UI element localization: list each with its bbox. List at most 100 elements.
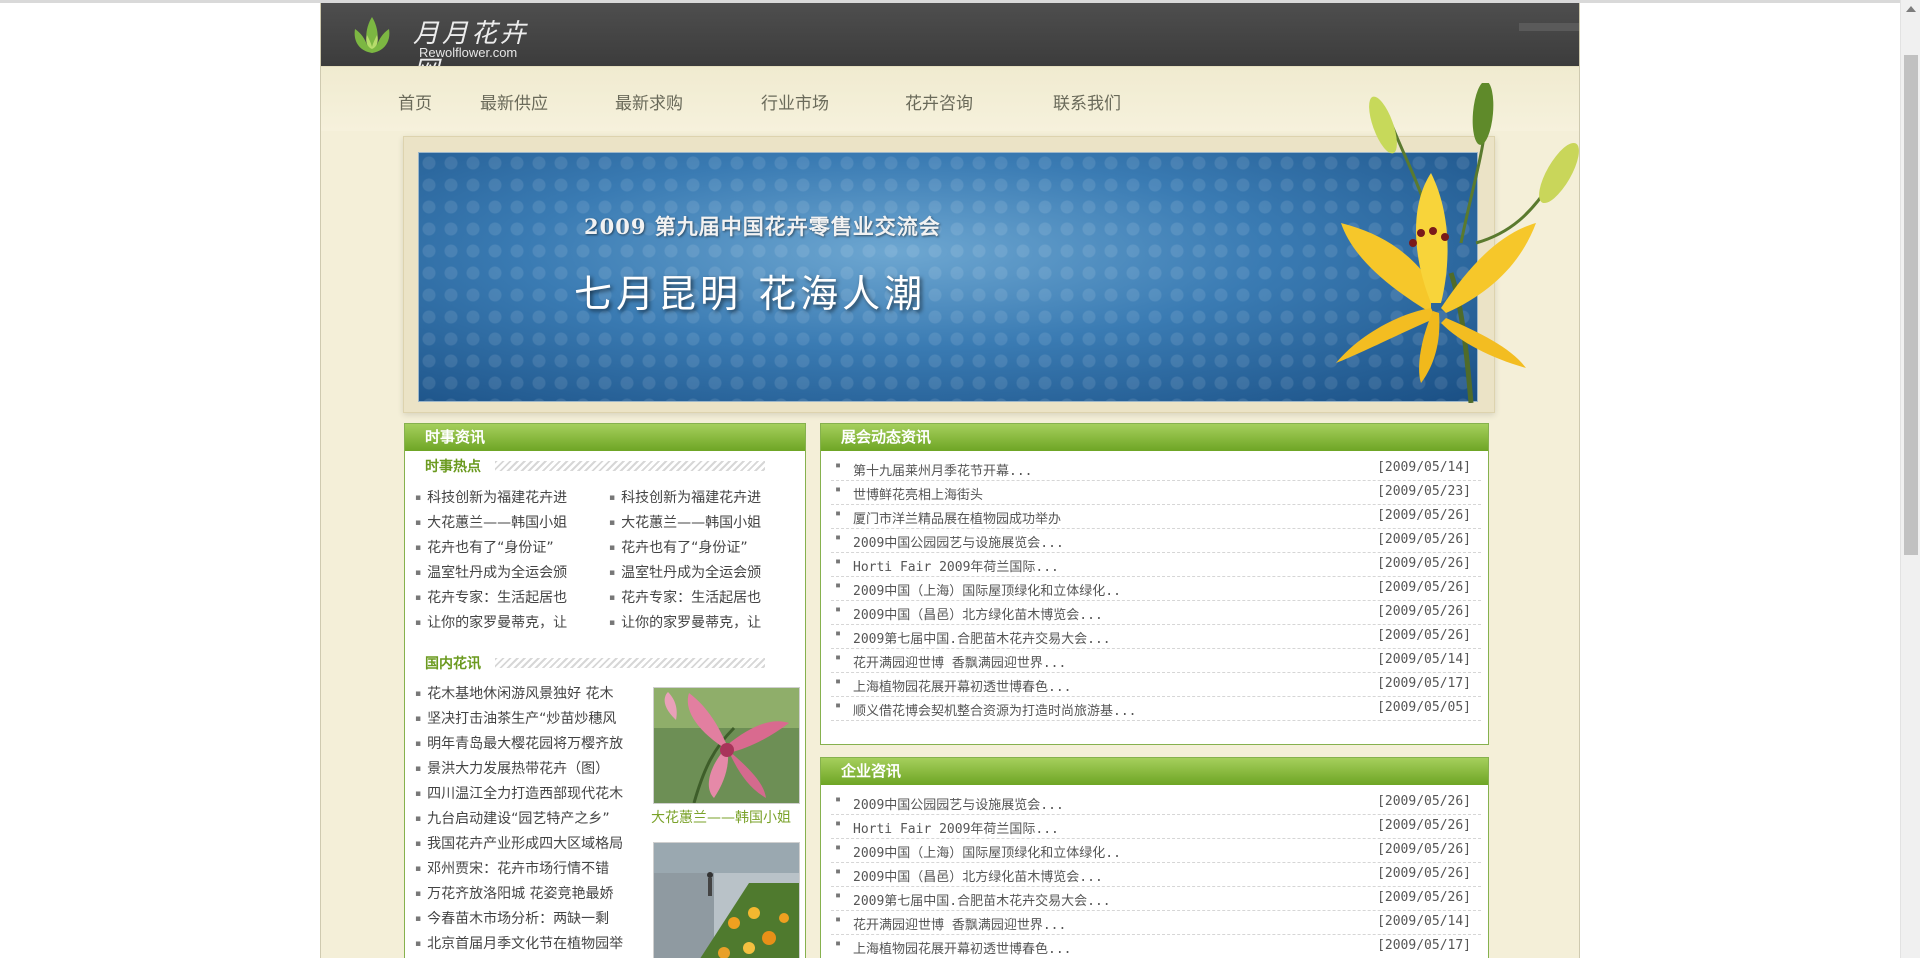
- corp-news-date: [2009/05/26]: [1377, 842, 1471, 857]
- corp-news-link[interactable]: 花开满园迎世博 香飘满园迎世界...: [853, 914, 1066, 933]
- lily-flower-image: [1336, 83, 1579, 403]
- domestic-news-link[interactable]: 花木基地休闲游风景独好 花木: [415, 683, 647, 703]
- hot-news-link[interactable]: 花卉专家：生活起居也: [415, 587, 600, 607]
- expo-news-link[interactable]: 花开满园迎世博 香飘满园迎世界...: [853, 652, 1066, 671]
- corp-news-row[interactable]: ▪ 2009中国公园园艺与设施展览会... [2009/05/26]: [831, 792, 1481, 815]
- hot-news-link[interactable]: 让你的家罗曼蒂克，让: [609, 612, 799, 632]
- expo-news-link[interactable]: 上海植物园花展开幕初透世博春色...: [853, 676, 1071, 695]
- site-logo[interactable]: 月月花卉网 Rewolflower.com: [351, 11, 551, 86]
- event-banner[interactable]: 2009 第九届中国花卉零售业交流会 七月昆明 花海人潮: [418, 152, 1478, 402]
- orchid-image: [654, 688, 799, 803]
- corp-news-link[interactable]: 2009中国（上海）国际屋顶绿化和立体绿化..: [853, 842, 1121, 861]
- corp-news-date: [2009/05/26]: [1377, 818, 1471, 833]
- nav-item-contact[interactable]: 联系我们: [1053, 89, 1121, 114]
- expo-news-link[interactable]: 2009第七届中国.合肥苗木花卉交易大会...: [853, 628, 1111, 647]
- expo-news-row[interactable]: ▪ 第十九届莱州月季花节开幕... [2009/05/14]: [831, 458, 1481, 481]
- domestic-news-link[interactable]: 九台启动建设“园艺特产之乡”: [415, 808, 647, 828]
- orchid-photo[interactable]: [653, 687, 800, 804]
- corp-news-row[interactable]: ▪ 花开满园迎世博 香飘满园迎世界... [2009/05/14]: [831, 912, 1481, 935]
- hot-news-link[interactable]: 温室牡丹成为全运会颁: [415, 562, 600, 582]
- corp-news-link[interactable]: 2009中国（昌邑）北方绿化苗木博览会...: [853, 866, 1103, 885]
- corp-news-row[interactable]: ▪ 上海植物园花展开幕初透世博春色... [2009/05/17]: [831, 936, 1481, 958]
- domestic-news-link[interactable]: 今春苗木市场分析：两缺一剩: [415, 908, 647, 928]
- corp-news-date: [2009/05/26]: [1377, 794, 1471, 809]
- hot-news-header: 时事热点: [425, 456, 765, 476]
- nav-item-supply[interactable]: 最新供应: [480, 89, 548, 114]
- expo-news-row[interactable]: ▪ 2009中国（上海）国际屋顶绿化和立体绿化.. [2009/05/26]: [831, 578, 1481, 601]
- expo-news-link[interactable]: 顺义借花博会契机整合资源为打造时尚旅游基...: [853, 700, 1136, 719]
- expo-news-row[interactable]: ▪ 2009中国公园园艺与设施展览会... [2009/05/26]: [831, 530, 1481, 553]
- hot-news-link[interactable]: 让你的家罗曼蒂克，让: [415, 612, 600, 632]
- corp-news-row[interactable]: ▪ 2009中国（昌邑）北方绿化苗木博览会... [2009/05/26]: [831, 864, 1481, 887]
- orchid-photo-caption[interactable]: 大花蕙兰——韩国小姐: [651, 807, 791, 827]
- corp-news-link[interactable]: Horti Fair 2009年荷兰国际...: [853, 818, 1059, 837]
- expo-news-date: [2009/05/26]: [1377, 604, 1471, 619]
- expo-news-row[interactable]: ▪ 上海植物园花展开幕初透世博春色... [2009/05/17]: [831, 674, 1481, 697]
- corp-news-link[interactable]: 2009中国公园园艺与设施展览会...: [853, 794, 1064, 813]
- logo-english-text: Rewolflower.com: [419, 45, 518, 60]
- domestic-news-link[interactable]: 景洪大力发展热带花卉（图）: [415, 758, 647, 778]
- hot-news-link[interactable]: 科技创新为福建花卉进: [609, 487, 799, 507]
- expo-news-row[interactable]: ▪ 2009中国（昌邑）北方绿化苗木博览会... [2009/05/26]: [831, 602, 1481, 625]
- hot-news-link[interactable]: 花卉也有了“身份证”: [609, 537, 799, 557]
- site-header: 月月花卉网 Rewolflower.com: [321, 3, 1579, 86]
- expo-news-link[interactable]: 厦门市洋兰精品展在植物园成功举办: [853, 508, 1061, 527]
- expo-news-row[interactable]: ▪ 2009第七届中国.合肥苗木花卉交易大会... [2009/05/26]: [831, 626, 1481, 649]
- expo-news-date: [2009/05/26]: [1377, 628, 1471, 643]
- domestic-news-link[interactable]: 四川温江全力打造西部现代花木: [415, 783, 647, 803]
- expo-news-date: [2009/05/26]: [1377, 556, 1471, 571]
- domestic-news-link[interactable]: 明年青岛最大樱花园将万樱齐放: [415, 733, 647, 753]
- hot-news-link[interactable]: 大花蕙兰——韩国小姐: [609, 512, 799, 532]
- expo-news-date: [2009/05/14]: [1377, 652, 1471, 667]
- scroll-up-arrow-icon[interactable]: [1906, 6, 1916, 12]
- expo-news-link[interactable]: 世博鲜花亮相上海街头: [853, 484, 983, 503]
- expo-news-date: [2009/05/26]: [1377, 508, 1471, 523]
- domestic-news-link[interactable]: 坚决打击油茶生产“炒苗炒穗风: [415, 708, 647, 728]
- expo-news-date: [2009/05/26]: [1377, 580, 1471, 595]
- expo-news-row[interactable]: ▪ 顺义借花博会契机整合资源为打造时尚旅游基... [2009/05/05]: [831, 698, 1481, 721]
- expo-news-link[interactable]: 2009中国（上海）国际屋顶绿化和立体绿化..: [853, 580, 1121, 599]
- hot-news-link[interactable]: 温室牡丹成为全运会颁: [609, 562, 799, 582]
- domestic-news-link[interactable]: 我国花卉产业形成四大区域格局: [415, 833, 647, 853]
- expo-news-link[interactable]: 第十九届莱州月季花节开幕...: [853, 460, 1032, 479]
- corp-news-row[interactable]: ▪ 2009中国（上海）国际屋顶绿化和立体绿化.. [2009/05/26]: [831, 840, 1481, 863]
- nav-item-market[interactable]: 行业市场: [761, 89, 829, 114]
- nav-item-consult[interactable]: 花卉咨询: [905, 89, 973, 114]
- nav-item-home[interactable]: 首页: [398, 89, 432, 114]
- corp-news-title: 企业咨讯: [821, 758, 1488, 785]
- banner-title: 七月昆明 花海人潮: [574, 272, 927, 316]
- domestic-news-link[interactable]: 北京首届月季文化节在植物园举: [415, 933, 647, 953]
- corp-news-row[interactable]: ▪ 2009第七届中国.合肥苗木花卉交易大会... [2009/05/26]: [831, 888, 1481, 911]
- corp-news-box: 企业咨讯 ▪ 2009中国公园园艺与设施展览会... [2009/05/26] ▪ H…: [820, 757, 1489, 958]
- news-box-title: 时事资讯: [405, 424, 805, 451]
- expo-news-row[interactable]: ▪ 世博鲜花亮相上海街头 [2009/05/23]: [831, 482, 1481, 505]
- hot-news-link[interactable]: 花卉也有了“身份证”: [415, 537, 600, 557]
- scrollbar-thumb[interactable]: [1904, 55, 1918, 555]
- vertical-scrollbar[interactable]: [1900, 0, 1920, 958]
- expo-news-date: [2009/05/05]: [1377, 700, 1471, 715]
- expo-news-date: [2009/05/17]: [1377, 676, 1471, 691]
- hot-news-link[interactable]: 大花蕙兰——韩国小姐: [415, 512, 600, 532]
- expo-news-row[interactable]: ▪ 花开满园迎世博 香飘满园迎世界... [2009/05/14]: [831, 650, 1481, 673]
- news-box: 时事资讯 时事热点 科技创新为福建花卉进 大花蕙兰——韩国小姐 花卉也有了“身份…: [404, 423, 806, 958]
- hot-news-link[interactable]: 花卉专家：生活起居也: [609, 587, 799, 607]
- expo-news-date: [2009/05/14]: [1377, 460, 1471, 475]
- expo-news-link[interactable]: Horti Fair 2009年荷兰国际...: [853, 556, 1059, 575]
- hot-news-link[interactable]: 科技创新为福建花卉进: [415, 487, 600, 507]
- street-flowers-photo[interactable]: [653, 842, 800, 958]
- expo-news-link[interactable]: 2009中国（昌邑）北方绿化苗木博览会...: [853, 604, 1103, 623]
- corp-news-row[interactable]: ▪ Horti Fair 2009年荷兰国际... [2009/05/26]: [831, 816, 1481, 839]
- corp-news-link[interactable]: 2009第七届中国.合肥苗木花卉交易大会...: [853, 890, 1111, 909]
- expo-news-link[interactable]: 2009中国公园园艺与设施展览会...: [853, 532, 1064, 551]
- expo-news-row[interactable]: ▪ 厦门市洋兰精品展在植物园成功举办 [2009/05/26]: [831, 506, 1481, 529]
- banner-subtitle: 2009 第九届中国花卉零售业交流会: [584, 214, 941, 239]
- domestic-news-link[interactable]: 万花齐放洛阳城 花姿竞艳最娇: [415, 883, 647, 903]
- lotus-logo-icon: [354, 17, 390, 53]
- expo-news-date: [2009/05/26]: [1377, 532, 1471, 547]
- street-flowers-image: [654, 843, 799, 958]
- domestic-news-link[interactable]: 邓州贾宋：花卉市场行情不错: [415, 858, 647, 878]
- expo-news-row[interactable]: ▪ Horti Fair 2009年荷兰国际... [2009/05/26]: [831, 554, 1481, 577]
- nav-item-demand[interactable]: 最新求购: [615, 89, 683, 114]
- corp-news-link[interactable]: 上海植物园花展开幕初透世博春色...: [853, 938, 1071, 957]
- domestic-news-header: 国内花讯: [425, 653, 765, 673]
